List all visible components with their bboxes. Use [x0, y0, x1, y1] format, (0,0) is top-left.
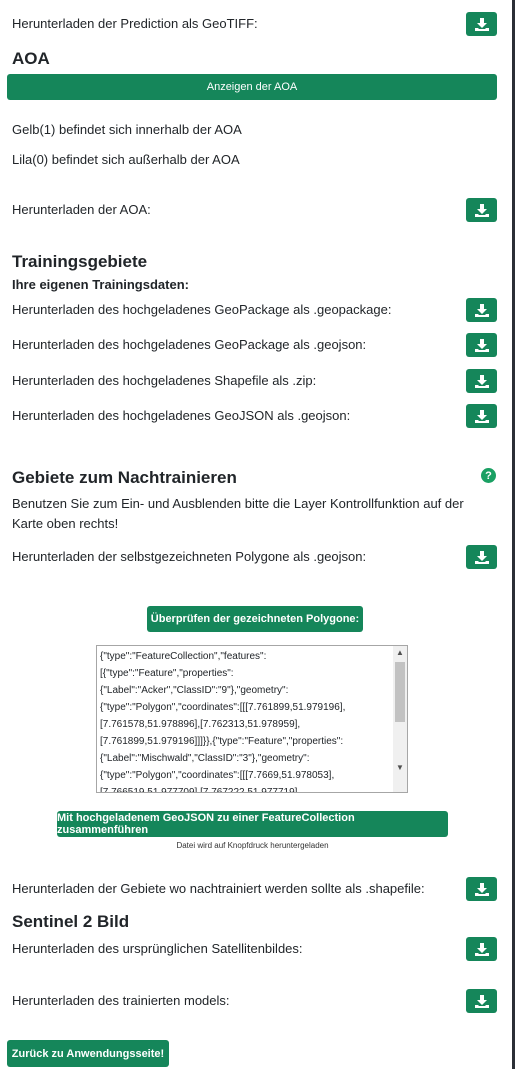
textarea-scrollbar[interactable]: ▲ ▼ [393, 646, 407, 792]
training-download-row: Herunterladen des hochgeladenes Shapefil… [12, 369, 497, 393]
download-icon [474, 550, 489, 564]
training-title: Trainingsgebiete [12, 252, 148, 271]
training-download-label: Herunterladen des hochgeladenes GeoPacka… [12, 302, 392, 317]
prediction-download-label: Herunterladen der Prediction als GeoTIFF… [12, 16, 258, 31]
question-circle-icon[interactable]: ? [481, 468, 496, 483]
geopackage-download-button[interactable] [466, 298, 497, 322]
training-download-row: Herunterladen des hochgeladenes GeoPacka… [12, 333, 497, 357]
download-icon [474, 374, 489, 388]
sentinel-title: Sentinel 2 Bild [12, 912, 130, 931]
aoa-yellow-text: Gelb(1) befindet sich innerhalb der AOA [12, 122, 242, 137]
download-icon [474, 17, 489, 31]
aoa-download-label: Herunterladen der AOA: [12, 202, 151, 217]
geojson-textarea-content: {"type":"FeatureCollection","features": … [100, 651, 346, 793]
prediction-download-row: Herunterladen der Prediction als GeoTIFF… [12, 12, 497, 36]
training-download-row: Herunterladen des hochgeladenes GeoPacka… [12, 298, 497, 322]
geojson-textarea[interactable]: {"type":"FeatureCollection","features": … [96, 645, 408, 793]
geojson-download-button[interactable] [466, 404, 497, 428]
prediction-download-button[interactable] [466, 12, 497, 36]
shapefile-zip-download-button[interactable] [466, 369, 497, 393]
aoa-purple-text: Lila(0) befindet sich außerhalb der AOA [12, 152, 240, 167]
scroll-down-icon[interactable]: ▼ [396, 763, 404, 772]
retrain-hint-line2: Karte oben rechts! [12, 516, 119, 531]
back-button[interactable]: Zurück zu Anwendungsseite! [7, 1040, 169, 1067]
merge-featurecollection-button[interactable]: Mit hochgeladenem GeoJSON zu einer Featu… [57, 811, 448, 837]
training-download-label: Herunterladen des hochgeladenes GeoJSON … [12, 408, 351, 423]
download-icon [474, 994, 489, 1008]
download-icon [474, 203, 489, 217]
shapefile-download-row: Herunterladen der Gebiete wo nachtrainie… [12, 877, 497, 901]
aoa-title: AOA [12, 49, 50, 68]
sentinel-download-label: Herunterladen des ursprünglichen Satelli… [12, 941, 303, 956]
training-download-row: Herunterladen des hochgeladenes GeoJSON … [12, 404, 497, 428]
show-aoa-button[interactable]: Anzeigen der AOA [7, 74, 497, 100]
retrain-hint-line1: Benutzen Sie zum Ein- und Ausblenden bit… [12, 496, 464, 511]
aoa-download-row: Herunterladen der AOA: [12, 198, 497, 222]
scroll-up-icon[interactable]: ▲ [396, 648, 404, 657]
model-download-row: Herunterladen des trainierten models: [12, 989, 497, 1013]
model-download-button[interactable] [466, 989, 497, 1013]
aoa-download-button[interactable] [466, 198, 497, 222]
download-icon [474, 409, 489, 423]
training-download-label: Herunterladen des hochgeladenes Shapefil… [12, 373, 317, 388]
model-download-label: Herunterladen des trainierten models: [12, 993, 230, 1008]
download-icon [474, 882, 489, 896]
sentinel-download-row: Herunterladen des ursprünglichen Satelli… [12, 937, 497, 961]
geopackage-geojson-download-button[interactable] [466, 333, 497, 357]
scrollbar-thumb[interactable] [395, 662, 405, 722]
sentinel-download-button[interactable] [466, 937, 497, 961]
download-icon [474, 942, 489, 956]
training-subtitle: Ihre eigenen Trainingsdaten: [12, 277, 189, 292]
download-icon [474, 338, 489, 352]
polygon-download-row: Herunterladen der selbstgezeichneten Pol… [12, 545, 497, 569]
merge-note: Datei wird auf Knopfdruck heruntergelade… [176, 841, 329, 850]
training-download-label: Herunterladen des hochgeladenes GeoPacka… [12, 337, 367, 352]
polygon-download-label: Herunterladen der selbstgezeichneten Pol… [12, 549, 367, 564]
polygon-download-button[interactable] [466, 545, 497, 569]
shapefile-download-button[interactable] [466, 877, 497, 901]
download-icon [474, 303, 489, 317]
retrain-title: Gebiete zum Nachtrainieren [12, 468, 237, 487]
check-polygons-button[interactable]: Überprüfen der gezeichneten Polygone: [147, 606, 363, 632]
shapefile-download-label: Herunterladen der Gebiete wo nachtrainie… [12, 881, 425, 896]
